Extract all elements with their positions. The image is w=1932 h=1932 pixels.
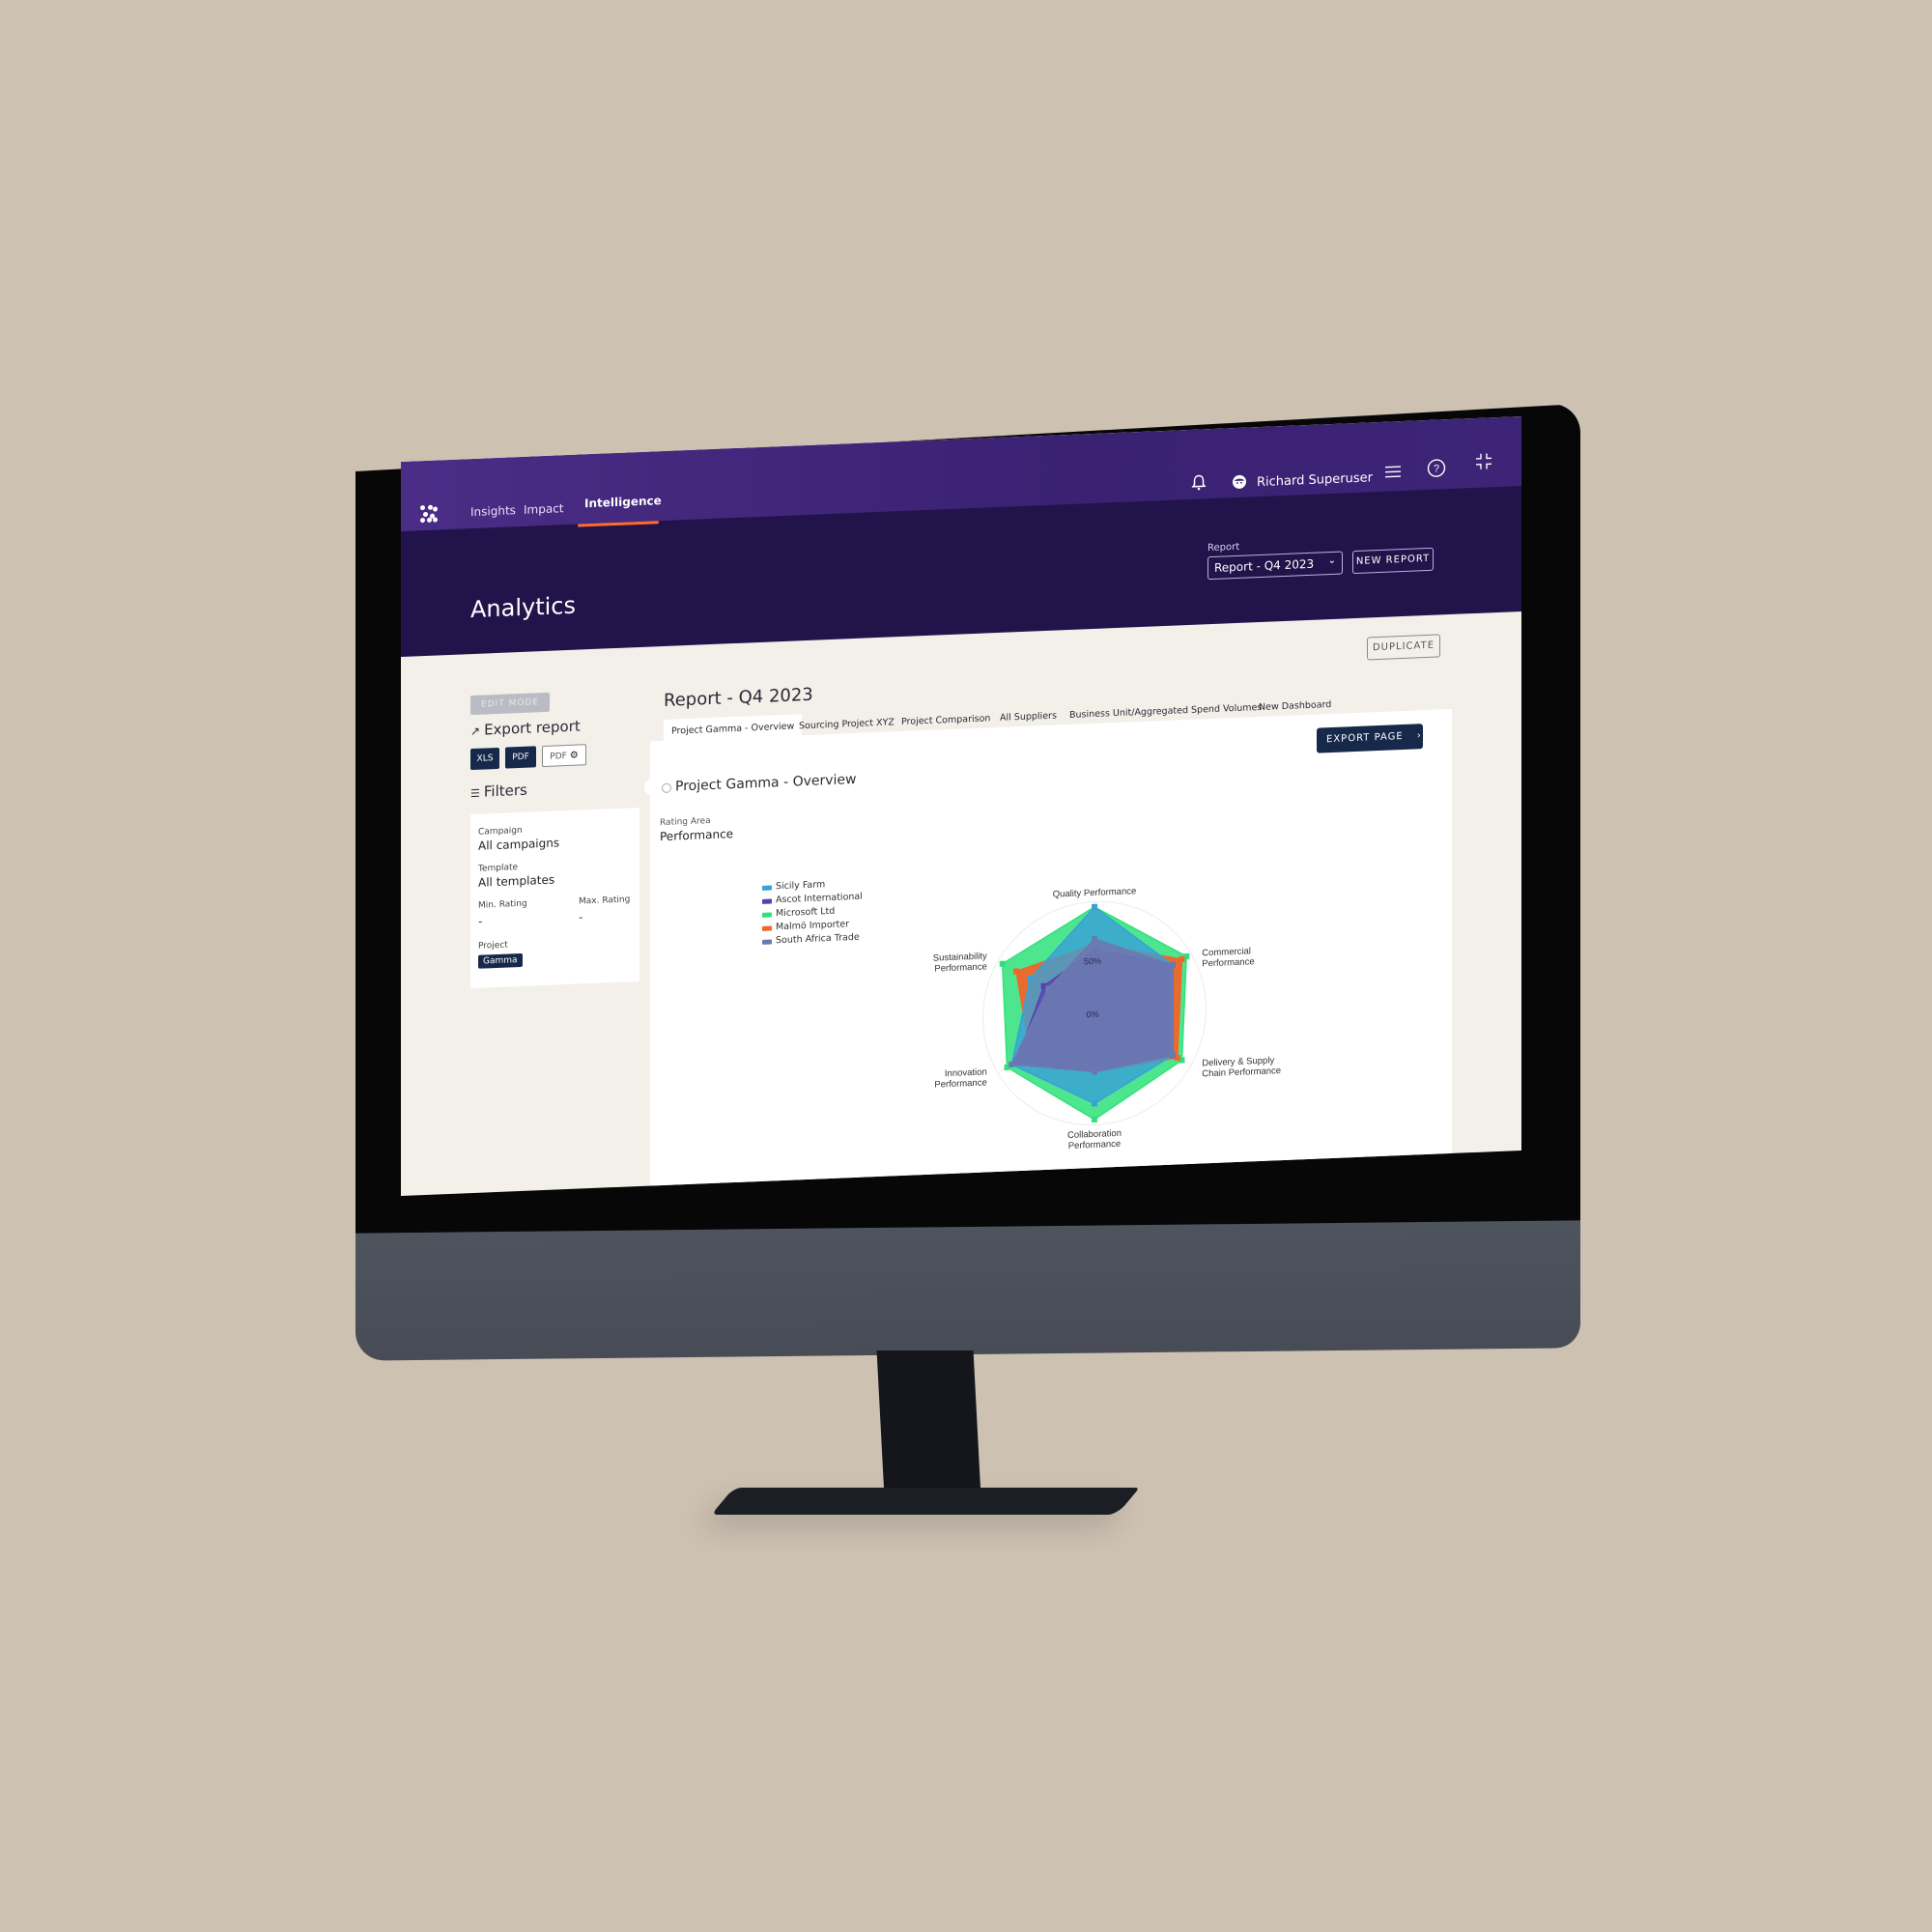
- chevron-down-icon: ⌄: [1327, 554, 1336, 567]
- rating-area-label: Rating Area: [660, 816, 711, 829]
- radar-point: [1092, 1100, 1097, 1107]
- filter-card: Campaign All campaigns Template All temp…: [470, 807, 639, 989]
- legend-swatch: [762, 925, 772, 931]
- template-label: Template: [478, 863, 519, 874]
- radar-chart: 0% 50% Quality Performance CommercialPerfor…: [933, 886, 1281, 1151]
- project-label: Project: [478, 940, 508, 952]
- radar-point: [1169, 961, 1176, 969]
- help-icon[interactable]: ?: [1427, 458, 1446, 483]
- max-rating-filter[interactable]: -: [579, 910, 582, 923]
- nav-impact[interactable]: Impact: [524, 501, 564, 517]
- rating-area-value: Performance: [660, 827, 734, 844]
- export-report-label: Export report: [484, 717, 581, 739]
- legend-label: Microsoft Ltd: [776, 905, 836, 920]
- duplicate-button[interactable]: DUPLICATE: [1367, 634, 1440, 661]
- radar-point: [1179, 955, 1185, 963]
- radar-axis-label: CollaborationPerformance: [1067, 1128, 1122, 1151]
- export-page-label: EXPORT PAGE: [1326, 730, 1404, 746]
- radar-axis-label: InnovationPerformance: [934, 1066, 986, 1090]
- report-title: Report - Q4 2023: [664, 684, 813, 711]
- legend-swatch: [762, 939, 772, 945]
- gear-icon: ⚙: [569, 750, 579, 761]
- panel-title: Project Gamma - Overview: [675, 771, 857, 795]
- min-rating-filter[interactable]: -: [478, 915, 482, 928]
- radar-axis-label: Quality Performance: [1053, 886, 1137, 900]
- panel-status-icon: [662, 782, 671, 794]
- legend-swatch: [762, 898, 772, 904]
- radar-point: [1092, 1068, 1097, 1075]
- app-logo-icon[interactable]: [420, 504, 438, 524]
- radar-point: [1092, 1116, 1097, 1123]
- project-chip-gamma[interactable]: Gamma: [478, 952, 523, 969]
- template-filter[interactable]: All templates: [478, 873, 554, 890]
- sliders-icon: ☰: [470, 786, 480, 801]
- campaign-filter[interactable]: All campaigns: [478, 836, 559, 852]
- filters-heading: ☰ Filters: [470, 781, 527, 801]
- legend-swatch: [762, 885, 772, 891]
- min-rating-label: Min. Rating: [478, 898, 527, 911]
- radar-point: [1169, 1052, 1176, 1059]
- export-pdf-button[interactable]: PDF: [505, 746, 536, 769]
- report-select-value: Report - Q4 2023: [1214, 556, 1315, 575]
- app-screen: Insights Impact Intelligence Richard Sup…: [401, 416, 1521, 1196]
- svg-text:?: ?: [1434, 463, 1439, 474]
- radar-point: [1009, 1061, 1015, 1068]
- campaign-label: Campaign: [478, 825, 523, 838]
- bell-icon[interactable]: [1191, 473, 1207, 497]
- edit-mode-button[interactable]: EDIT MODE: [470, 692, 550, 716]
- monitor-stand-foot: [711, 1488, 1140, 1515]
- menu-icon[interactable]: [1384, 464, 1402, 485]
- radar-point: [1045, 985, 1052, 992]
- collapse-screen-icon[interactable]: [1475, 452, 1492, 475]
- new-report-button[interactable]: NEW REPORT: [1352, 547, 1434, 575]
- export-page-button[interactable]: EXPORT PAGE ›: [1317, 724, 1423, 753]
- max-rating-label: Max. Rating: [579, 895, 631, 907]
- nav-insights[interactable]: Insights: [470, 503, 516, 519]
- export-report-heading: ↗ Export report: [470, 717, 581, 739]
- legend-label: Sicily Farm: [776, 879, 826, 893]
- radar-point: [1013, 968, 1020, 975]
- radar-axis-label: Delivery & SupplyChain Performance: [1202, 1055, 1281, 1079]
- user-avatar-icon[interactable]: [1232, 474, 1247, 496]
- radar-axis-label: SustainabilityPerformance: [933, 951, 987, 974]
- monitor-chin: [355, 1220, 1580, 1361]
- radar-point: [1092, 903, 1097, 911]
- radar-tick-label: 50%: [1084, 956, 1101, 967]
- radar-point: [1092, 935, 1097, 943]
- export-icon: ↗: [470, 724, 481, 739]
- dashboard-panel: EXPORT PAGE › Project Gamma - Overview R…: [650, 708, 1452, 1196]
- page-title: Analytics: [470, 591, 576, 624]
- filters-label: Filters: [483, 781, 527, 801]
- pdf-settings-label: PDF: [550, 752, 567, 762]
- legend-label: Malmö Importer: [776, 919, 850, 933]
- radar-point: [999, 960, 1006, 967]
- radar-point: [1027, 976, 1034, 982]
- export-pdf-settings-button[interactable]: PDF ⚙: [542, 744, 586, 768]
- radar-tick-label: 0%: [1086, 1009, 1098, 1020]
- chevron-right-icon: ›: [1416, 730, 1422, 742]
- report-select-label: Report: [1208, 541, 1240, 554]
- export-xls-button[interactable]: XLS: [470, 747, 499, 771]
- scene: Insights Impact Intelligence Richard Sup…: [0, 0, 1932, 1932]
- legend-swatch: [762, 912, 772, 918]
- radar-axis-label: CommercialPerformance: [1202, 946, 1254, 969]
